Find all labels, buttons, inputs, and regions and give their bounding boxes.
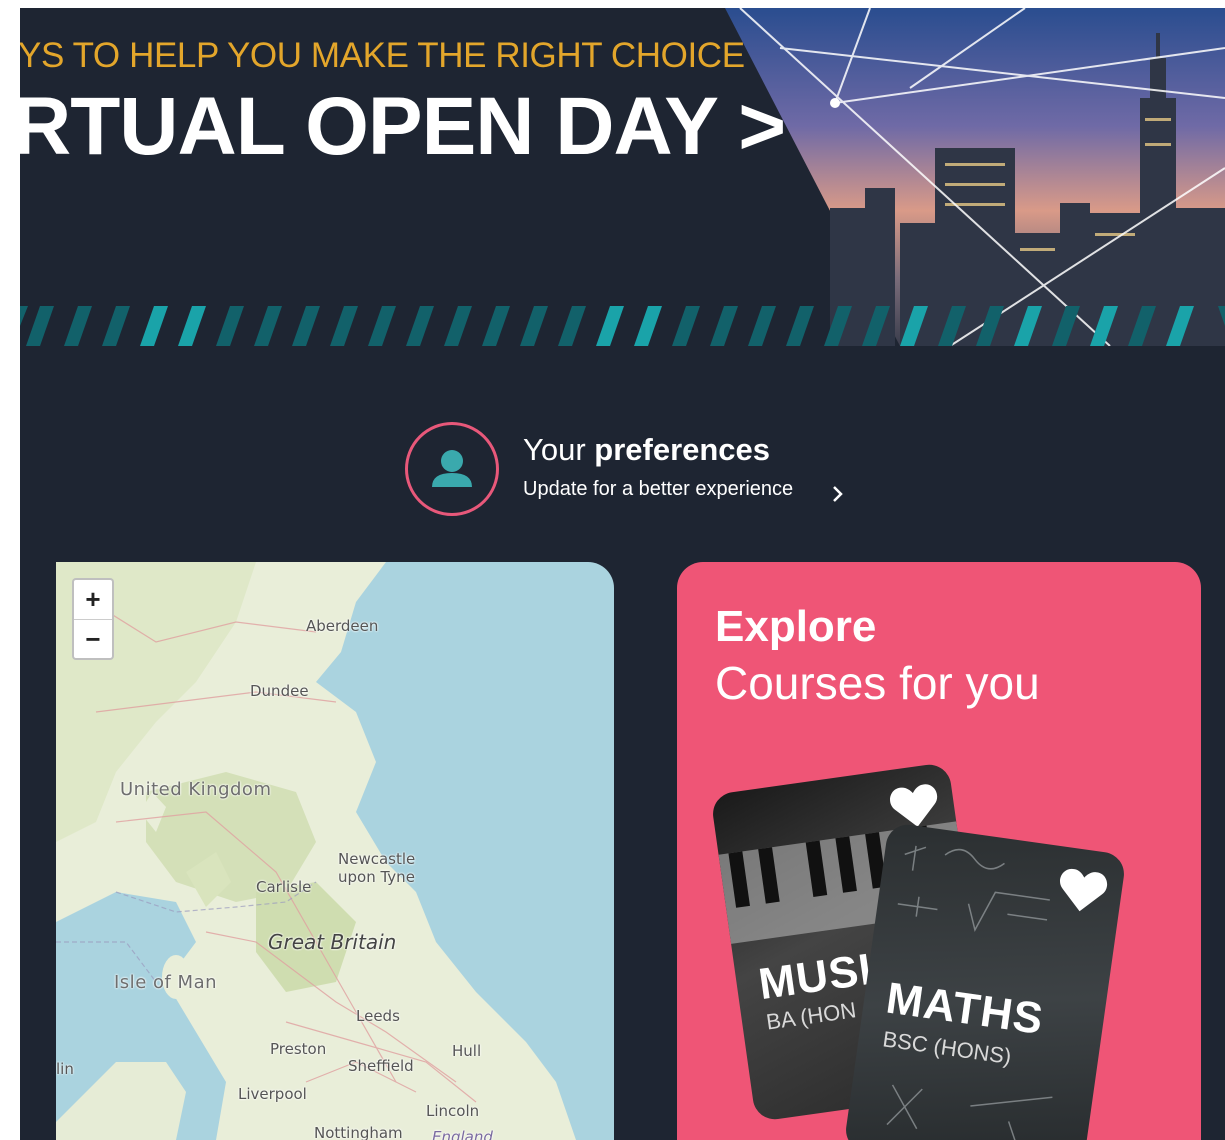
explore-title: Explore (715, 602, 877, 651)
map-zoom-control: + − (72, 578, 114, 660)
map-label-liverpool: Liverpool (238, 1085, 307, 1103)
map-label-united-kingdom: United Kingdom (120, 779, 272, 800)
map-land (56, 562, 576, 1140)
favourite-heart-icon[interactable] (1054, 864, 1112, 917)
page-dark-background: YS TO HELP YOU MAKE THE RIGHT CHOICE RTU… (20, 8, 1225, 560)
preferences-subtitle: Update for a better experience (523, 478, 794, 500)
map-label-leeds: Leeds (356, 1007, 400, 1025)
map-label-carlisle: Carlisle (256, 878, 312, 896)
user-icon (432, 450, 472, 487)
map-label-newcastle-1: Newcastle (338, 850, 416, 868)
map-label-preston: Preston (270, 1040, 327, 1058)
map-label-great-britain: Great Britain (268, 930, 397, 954)
map-label-sheffield: Sheffield (348, 1057, 414, 1075)
location-map[interactable]: + − Aberdeen Dundee United Kingdom Newca… (56, 562, 614, 1140)
virtual-open-day-banner[interactable]: YS TO HELP YOU MAKE THE RIGHT CHOICE RTU… (20, 8, 1225, 346)
zoom-in-button[interactable]: + (74, 580, 112, 619)
zoom-out-button[interactable]: − (74, 619, 112, 658)
course-card-maths[interactable]: MATHS BSC (HONS) (843, 821, 1127, 1140)
map-label-newcastle-2: upon Tyne (338, 868, 415, 886)
map-label-hull: Hull (452, 1042, 482, 1060)
map-label-dundee: Dundee (250, 682, 309, 700)
preferences-title-bold: preferences (594, 432, 771, 467)
banner-headline[interactable]: RTUAL OPEN DAY > (20, 80, 786, 174)
preferences-title: Your preferences (523, 432, 770, 468)
preferences-link[interactable]: Your preferences Update for a better exp… (405, 420, 865, 520)
map-label-nottingham: Nottingham (314, 1124, 403, 1140)
map-label-aberdeen: Aberdeen (306, 617, 379, 635)
explore-subtitle: Courses for you (715, 657, 1040, 709)
map-label-lincoln: Lincoln (426, 1102, 480, 1120)
preferences-title-prefix: Your (523, 432, 586, 467)
explore-courses-panel[interactable]: Explore Courses for you MUSI BA (HON MAT… (677, 562, 1201, 1140)
map-label-dublin-partial: lin (56, 1060, 74, 1078)
banner-tagline: YS TO HELP YOU MAKE THE RIGHT CHOICE (20, 36, 745, 75)
preferences-avatar-ring (405, 422, 499, 516)
map-label-england: England (432, 1128, 493, 1140)
teal-stripe-pattern (20, 306, 1225, 346)
map-label-isle-of-man: Isle of Man (114, 972, 218, 993)
chevron-right-icon (833, 486, 843, 502)
